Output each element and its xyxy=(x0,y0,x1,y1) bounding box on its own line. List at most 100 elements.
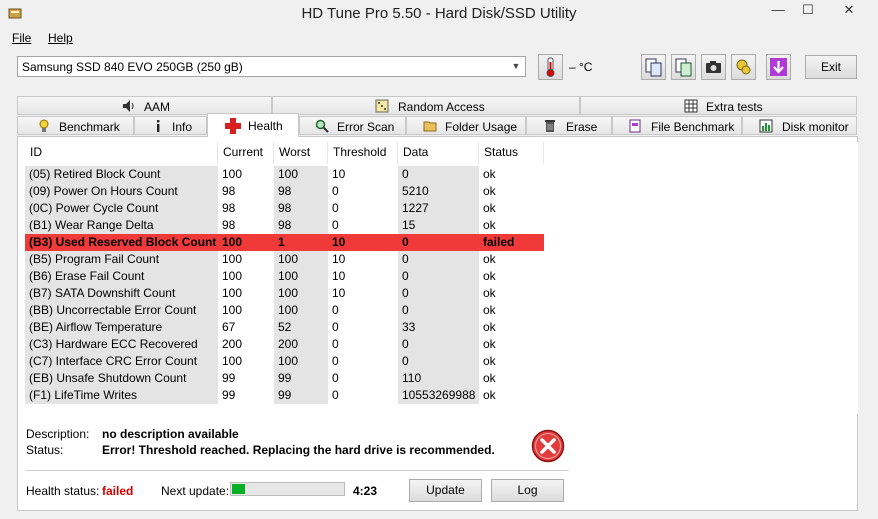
cell-id: (C3) Hardware ECC Recovered xyxy=(25,336,218,353)
column-header-id[interactable]: ID xyxy=(25,142,218,164)
tab-disk-monitor[interactable]: Disk monitor xyxy=(742,116,857,135)
minimize-button[interactable]: — xyxy=(765,0,791,20)
menu-help[interactable]: Help xyxy=(48,31,73,45)
cell-threshold: 0 xyxy=(332,218,339,232)
cell-data: 0 xyxy=(398,166,479,183)
tab-info[interactable]: Info xyxy=(134,116,207,135)
table-row[interactable]: (BB) Uncorrectable Error Count 100 100 0 0 ok xyxy=(25,302,544,319)
wrench-icon xyxy=(736,59,751,75)
tab-benchmark[interactable]: Benchmark xyxy=(17,116,134,135)
cell-data: 5210 xyxy=(398,183,479,200)
log-button[interactable]: Log xyxy=(491,479,564,502)
cell-worst: 200 xyxy=(274,336,328,353)
cell-worst: 99 xyxy=(274,370,328,387)
next-update-label: Next update: xyxy=(161,484,230,498)
cell-status: ok xyxy=(483,218,496,232)
menu-file[interactable]: File xyxy=(12,31,31,45)
bulb-icon xyxy=(37,119,51,133)
cell-data: 0 xyxy=(398,268,479,285)
cell-worst: 98 xyxy=(274,200,328,217)
cell-data: 0 xyxy=(398,285,479,302)
cell-threshold: 10 xyxy=(332,286,346,300)
cell-threshold: 0 xyxy=(332,337,339,351)
cell-worst: 100 xyxy=(274,251,328,268)
table-row[interactable]: (05) Retired Block Count 100 100 10 0 ok xyxy=(25,166,544,183)
save-button[interactable] xyxy=(766,54,791,80)
maximize-button[interactable]: ☐ xyxy=(795,0,821,20)
info-icon xyxy=(151,119,165,133)
column-header-current[interactable]: Current xyxy=(218,142,274,164)
grid-icon xyxy=(684,99,698,113)
table-row[interactable]: (09) Power On Hours Count 98 98 0 5210 ok xyxy=(25,183,544,200)
cell-data: 110 xyxy=(398,370,479,387)
cell-status: ok xyxy=(483,303,496,317)
update-timer: 4:23 xyxy=(353,484,378,498)
tab-label: Disk monitor xyxy=(782,120,849,134)
options-button[interactable] xyxy=(731,54,756,80)
tab-label: Folder Usage xyxy=(445,120,518,134)
smart-table[interactable]: ID Current Worst Threshold Data Status (… xyxy=(25,142,858,414)
temperature-button[interactable] xyxy=(538,54,563,80)
cell-id: (BB) Uncorrectable Error Count xyxy=(25,302,218,319)
cell-current: 67 xyxy=(222,320,236,334)
column-header-status[interactable]: Status xyxy=(479,142,544,164)
table-row[interactable]: (C7) Interface CRC Error Count 100 100 0 0 ok xyxy=(25,353,544,370)
column-header-worst[interactable]: Worst xyxy=(274,142,328,164)
cell-id: (09) Power On Hours Count xyxy=(25,183,218,200)
table-row[interactable]: (EB) Unsafe Shutdown Count 99 99 0 110 ok xyxy=(25,370,544,387)
cell-current: 98 xyxy=(222,184,236,198)
cell-current: 100 xyxy=(218,234,274,251)
table-row[interactable]: (B3) Used Reserved Block Count 100 1 10 0 fai… xyxy=(25,234,544,251)
column-header-data[interactable]: Data xyxy=(398,142,479,164)
cell-worst: 100 xyxy=(274,302,328,319)
progress-fill xyxy=(232,484,245,494)
tab-extra-tests[interactable]: Extra tests xyxy=(580,96,857,115)
table-row[interactable]: (BE) Airflow Temperature 67 52 0 33 ok xyxy=(25,319,544,336)
column-header-threshold[interactable]: Threshold xyxy=(328,142,398,164)
cell-current: 100 xyxy=(222,167,243,181)
cell-status: ok xyxy=(483,371,496,385)
table-row[interactable]: (C3) Hardware ECC Recovered 200 200 0 0 ok xyxy=(25,336,544,353)
copy-all-button[interactable] xyxy=(671,54,696,80)
screenshot-button[interactable] xyxy=(701,54,726,80)
health-status-value: failed xyxy=(102,484,134,498)
tab-random-access[interactable]: Random Access xyxy=(272,96,580,115)
cell-current: 100 xyxy=(222,354,243,368)
description-value: no description available xyxy=(102,427,239,441)
tab-file-benchmark[interactable]: File Benchmark xyxy=(612,116,742,135)
tab-erase[interactable]: Erase xyxy=(526,116,612,135)
tab-label: Info xyxy=(172,120,193,134)
description-label: Description: xyxy=(26,427,90,441)
cell-current: 100 xyxy=(222,252,243,266)
table-row[interactable]: (0C) Power Cycle Count 98 98 0 1227 ok xyxy=(25,200,544,217)
cell-id: (0C) Power Cycle Count xyxy=(25,200,218,217)
exit-button[interactable]: Exit xyxy=(805,55,857,79)
cell-worst: 1 xyxy=(274,234,328,251)
tab-folder-usage[interactable]: Folder Usage xyxy=(406,116,526,135)
close-button[interactable]: ✕ xyxy=(826,0,872,20)
cell-threshold: 0 xyxy=(332,303,339,317)
cell-threshold: 10 xyxy=(332,269,346,283)
cell-status: ok xyxy=(483,286,496,300)
cell-data: 0 xyxy=(398,353,479,370)
error-icon xyxy=(531,429,565,463)
table-row[interactable]: (B7) SATA Downshift Count 100 100 10 0 ok xyxy=(25,285,544,302)
tab-label: File Benchmark xyxy=(651,120,735,134)
tab-health[interactable]: Health xyxy=(207,113,299,137)
tab-error-scan[interactable]: Error Scan xyxy=(299,116,406,135)
table-row[interactable]: (B6) Erase Fail Count 100 100 10 0 ok xyxy=(25,268,544,285)
table-row[interactable]: (B5) Program Fail Count 100 100 10 0 ok xyxy=(25,251,544,268)
cell-current: 99 xyxy=(222,371,236,385)
drive-select[interactable]: Samsung SSD 840 EVO 250GB (250 gB) ▼ xyxy=(17,56,526,77)
table-row[interactable]: (B1) Wear Range Delta 98 98 0 15 ok xyxy=(25,217,544,234)
camera-icon xyxy=(706,61,721,73)
status-label: Status: xyxy=(26,443,64,457)
update-progress-bar xyxy=(230,482,345,496)
chevron-down-icon: ▼ xyxy=(511,61,521,71)
cell-data: 10553269988 xyxy=(398,387,479,404)
tab-label: Health xyxy=(248,119,283,133)
copy-info-button[interactable] xyxy=(641,54,666,80)
update-button[interactable]: Update xyxy=(409,479,482,502)
table-row[interactable]: (F1) LifeTime Writes 99 99 0 10553269988 ok xyxy=(25,387,544,404)
cell-id: (B7) SATA Downshift Count xyxy=(25,285,218,302)
